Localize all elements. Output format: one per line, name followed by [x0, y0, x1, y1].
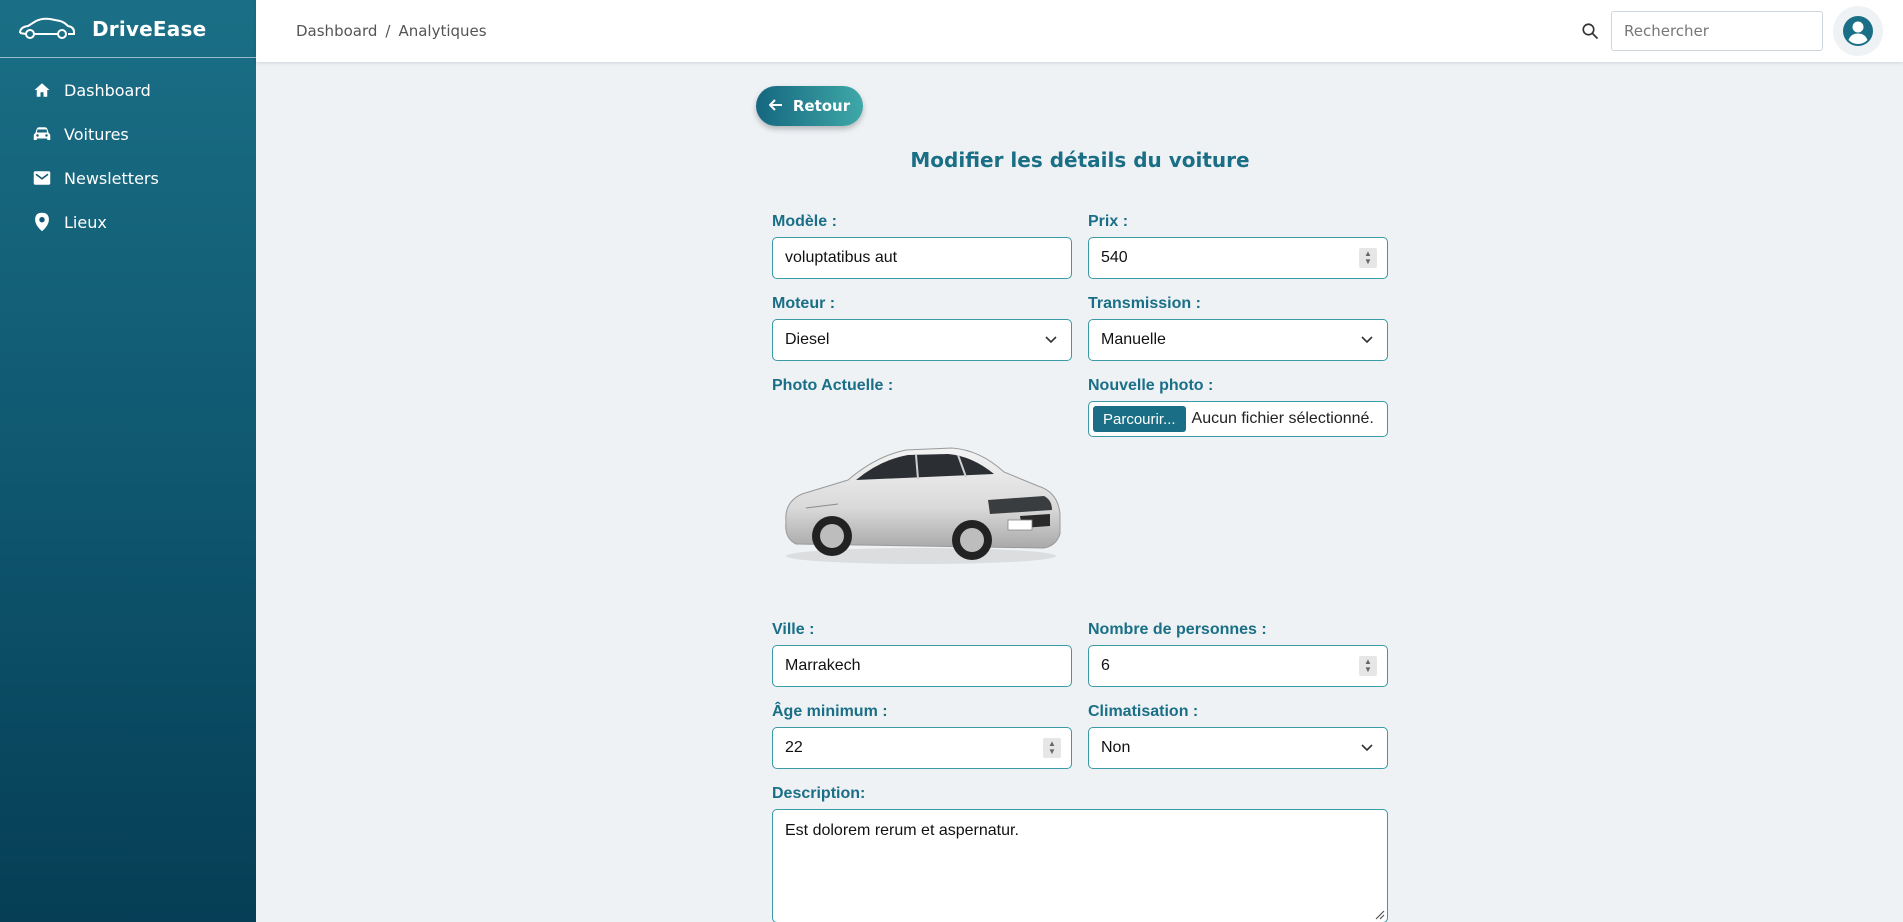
chevron-down-icon — [1361, 336, 1373, 344]
transmission-value: Manuelle — [1101, 331, 1166, 348]
spinner-icon[interactable]: ▲ ▼ — [1043, 738, 1061, 758]
prix-field: Prix : 540 ▲ ▼ — [1088, 213, 1388, 279]
modele-value: voluptatibus aut — [785, 249, 898, 266]
car-photo — [776, 430, 1066, 570]
back-button[interactable]: Retour — [756, 86, 863, 126]
description-label: Description: — [772, 785, 866, 802]
sidebar-item-voitures[interactable]: Voitures — [0, 112, 256, 156]
file-status: Aucun fichier sélectionné. — [1191, 410, 1374, 427]
page-title: Modifier les détails du voiture — [910, 148, 1250, 172]
ville-input[interactable]: Marrakech — [772, 645, 1072, 687]
sidebar-item-label: Dashboard — [64, 80, 151, 100]
sidebar-item-label: Newsletters — [64, 168, 159, 188]
breadcrumb-analytiques[interactable]: Analytiques — [398, 22, 486, 40]
transmission-field: Transmission : Manuelle — [1088, 295, 1388, 361]
sidebar-nav: Dashboard Voitures Newsletters Lieux — [0, 58, 256, 244]
car-icon — [32, 124, 52, 144]
modele-label: Modèle : — [772, 213, 837, 230]
climatisation-field: Climatisation : Non — [1088, 703, 1388, 769]
age-input[interactable]: 22 ▲ ▼ — [772, 727, 1072, 769]
topbar: Dashboard / Analytiques — [256, 0, 1903, 62]
personnes-label: Nombre de personnes : — [1088, 621, 1267, 638]
sidebar-item-dashboard[interactable]: Dashboard — [0, 68, 256, 112]
modele-field: Modèle : voluptatibus aut — [772, 213, 1072, 279]
home-icon — [32, 80, 52, 100]
photo-actuelle-label: Photo Actuelle : — [772, 377, 894, 394]
file-input[interactable]: Parcourir... Aucun fichier sélectionné. — [1088, 401, 1388, 437]
age-field: Âge minimum : 22 ▲ ▼ — [772, 703, 1072, 769]
nouvelle-photo-field: Nouvelle photo : Parcourir... Aucun fich… — [1088, 377, 1388, 437]
brand-name: DriveEase — [92, 16, 207, 41]
personnes-input[interactable]: 6 ▲ ▼ — [1088, 645, 1388, 687]
ville-value: Marrakech — [785, 657, 861, 674]
moteur-field: Moteur : Diesel — [772, 295, 1072, 361]
moteur-label: Moteur : — [772, 295, 836, 312]
spinner-icon[interactable]: ▲ ▼ — [1359, 248, 1377, 268]
prix-value: 540 — [1101, 249, 1128, 266]
description-value: Est dolorem rerum et aspernatur. — [785, 822, 1019, 839]
chevron-down-icon — [1045, 336, 1057, 344]
brand[interactable]: DriveEase — [0, 0, 256, 58]
search-input[interactable] — [1611, 11, 1823, 51]
back-button-label: Retour — [792, 97, 851, 115]
description-field: Description: Est dolorem rerum et aspern… — [772, 785, 1388, 922]
avatar[interactable] — [1833, 6, 1883, 56]
moteur-value: Diesel — [785, 331, 830, 348]
modele-input[interactable]: voluptatibus aut — [772, 237, 1072, 279]
personnes-field: Nombre de personnes : 6 ▲ ▼ — [1088, 621, 1388, 687]
mail-icon — [32, 168, 52, 188]
sidebar-item-label: Voitures — [64, 124, 129, 144]
personnes-value: 6 — [1101, 657, 1110, 674]
spinner-icon[interactable]: ▲ ▼ — [1359, 656, 1377, 676]
transmission-label: Transmission : — [1088, 295, 1201, 312]
ville-label: Ville : — [772, 621, 815, 638]
prix-label: Prix : — [1088, 213, 1129, 230]
breadcrumb-dashboard[interactable]: Dashboard — [296, 22, 377, 40]
arrow-left-icon — [768, 97, 783, 115]
climatisation-label: Climatisation : — [1088, 703, 1199, 720]
nouvelle-photo-label: Nouvelle photo : — [1088, 377, 1214, 394]
user-circle-icon — [1843, 16, 1873, 46]
climatisation-select[interactable]: Non — [1088, 727, 1388, 769]
description-textarea[interactable]: Est dolorem rerum et aspernatur. — [772, 809, 1388, 922]
chevron-down-icon — [1361, 744, 1373, 752]
car-logo-icon — [19, 17, 75, 39]
resize-grip-icon[interactable] — [1373, 908, 1385, 920]
sidebar-item-lieux[interactable]: Lieux — [0, 200, 256, 244]
moteur-select[interactable]: Diesel — [772, 319, 1072, 361]
topbar-right — [1579, 6, 1883, 56]
ville-field: Ville : Marrakech — [772, 621, 1072, 687]
breadcrumb: Dashboard / Analytiques — [296, 22, 487, 40]
browse-button[interactable]: Parcourir... — [1093, 406, 1186, 432]
photo-actuelle-field: Photo Actuelle : — [772, 377, 893, 401]
sidebar-item-newsletters[interactable]: Newsletters — [0, 156, 256, 200]
sidebar-item-label: Lieux — [64, 212, 107, 232]
climatisation-value: Non — [1101, 739, 1131, 756]
breadcrumb-separator: / — [385, 22, 391, 40]
sidebar: DriveEase Dashboard Voitures Newsletters… — [0, 0, 256, 922]
age-label: Âge minimum : — [772, 703, 888, 720]
search-icon[interactable] — [1579, 20, 1601, 42]
transmission-select[interactable]: Manuelle — [1088, 319, 1388, 361]
location-pin-icon — [32, 212, 52, 232]
prix-input[interactable]: 540 ▲ ▼ — [1088, 237, 1388, 279]
age-value: 22 — [785, 739, 803, 756]
